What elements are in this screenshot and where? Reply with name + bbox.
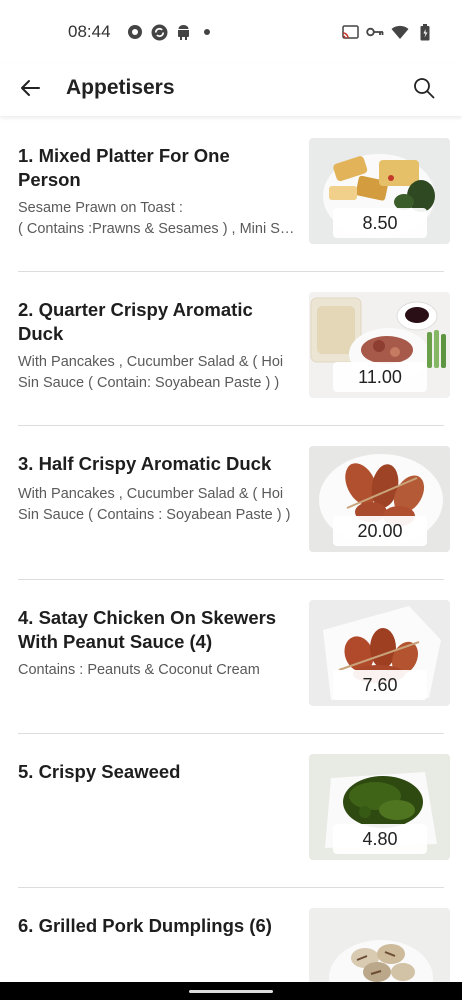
- item-description: With Pancakes , Cucumber Salad & ( Hoi Si…: [18, 354, 284, 391]
- item-price: 4.80: [333, 824, 427, 854]
- item-image: 8.50: [309, 138, 450, 244]
- status-bar: 08:44: [0, 0, 462, 64]
- android-icon: [174, 23, 192, 41]
- item-image: 7.60: [309, 600, 450, 706]
- status-time: 08:44: [68, 22, 111, 41]
- item-image: 11.00: [309, 292, 450, 398]
- app-bar: Appetisers: [0, 64, 462, 116]
- menu-item[interactable]: 1. Mixed Platter For One Person Sesame Pr…: [0, 118, 462, 272]
- item-image: 4.80: [309, 754, 450, 860]
- item-description: Sesame Prawn on Toast :( Contains :Prawn…: [18, 200, 295, 237]
- dot-icon: [198, 23, 216, 41]
- item-title: 1. Mixed Platter For One Person: [18, 145, 230, 190]
- item-image: [309, 908, 450, 982]
- back-button[interactable]: [14, 74, 46, 106]
- cast-icon: [341, 23, 359, 41]
- item-description: With Pancakes , Cucumber Salad & ( Hoi Si…: [18, 486, 291, 523]
- item-price: 8.50: [333, 208, 427, 238]
- item-price: 20.00: [333, 516, 427, 546]
- item-description: Contains : Peanuts & Coconut Cream: [18, 662, 260, 678]
- item-price: 11.00: [333, 362, 427, 392]
- app-notification-icon: [126, 23, 144, 41]
- item-title: 3. Half Crispy Aromatic Duck: [18, 453, 272, 474]
- item-title: 6. Grilled Pork Dumplings (6): [18, 915, 272, 936]
- status-system-icons: [341, 23, 434, 41]
- menu-item[interactable]: 5. Crispy Seaweed 4.80: [0, 734, 462, 888]
- search-button[interactable]: [408, 74, 440, 106]
- menu-item[interactable]: 2. Quarter Crispy Aromatic Duck With Panc…: [0, 272, 462, 426]
- menu-item[interactable]: 6. Grilled Pork Dumplings (6): [0, 888, 462, 982]
- item-image: 20.00: [309, 446, 450, 552]
- menu-item[interactable]: 3. Half Crispy Aromatic Duck With Pancak…: [0, 426, 462, 580]
- status-notification-icons: [126, 23, 216, 41]
- vpn-key-icon: [366, 23, 384, 41]
- wifi-icon: [391, 23, 409, 41]
- sync-icon: [150, 23, 168, 41]
- item-title: 4. Satay Chicken On Skewers With Peanut S…: [18, 607, 277, 652]
- item-title: 5. Crispy Seaweed: [18, 761, 181, 782]
- search-icon: [413, 77, 435, 104]
- menu-item[interactable]: 4. Satay Chicken On Skewers With Peanut S…: [0, 580, 462, 734]
- item-price: 7.60: [333, 670, 427, 700]
- battery-icon: [416, 23, 434, 41]
- page-title: Appetisers: [66, 76, 175, 99]
- menu-item-list: 1. Mixed Platter For One Person Sesame Pr…: [0, 118, 462, 982]
- home-gesture-handle[interactable]: [189, 990, 273, 993]
- item-title: 2. Quarter Crispy Aromatic Duck: [18, 299, 253, 344]
- back-arrow-icon: [18, 76, 42, 105]
- system-navigation-bar: [0, 982, 462, 1000]
